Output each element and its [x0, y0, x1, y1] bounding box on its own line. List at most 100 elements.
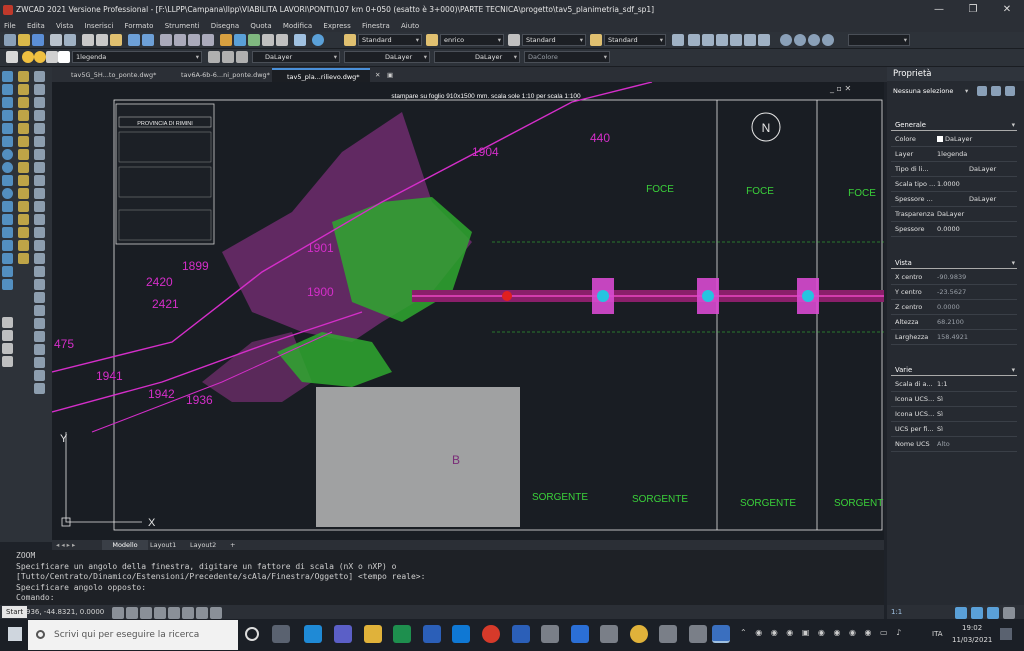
- excel-icon[interactable]: [393, 625, 411, 643]
- view-iso-nw-icon[interactable]: [822, 34, 834, 46]
- otrack-mode-icon[interactable]: [182, 607, 194, 619]
- windows-start-icon[interactable]: [8, 627, 22, 641]
- layer-select[interactable]: 1legenda: [72, 51, 202, 63]
- dim-linear-icon[interactable]: [34, 71, 45, 82]
- polar-mode-icon[interactable]: [154, 607, 166, 619]
- view-select[interactable]: [848, 34, 910, 46]
- command-input[interactable]: Comando:: [16, 593, 884, 604]
- workspace-icon[interactable]: [971, 607, 983, 619]
- design-center-icon[interactable]: [234, 34, 246, 46]
- snap-icon[interactable]: [2, 356, 13, 367]
- calculator-icon[interactable]: [262, 34, 274, 46]
- tolerance-icon[interactable]: [34, 175, 45, 186]
- rectangle-icon[interactable]: [2, 136, 13, 147]
- stretch-icon[interactable]: [18, 175, 29, 186]
- print-preview-icon[interactable]: [64, 34, 76, 46]
- menu-vista[interactable]: Vista: [56, 22, 73, 30]
- notifications-icon[interactable]: [1000, 628, 1012, 640]
- polygon-icon[interactable]: [2, 123, 13, 134]
- menu-disegna[interactable]: Disegna: [211, 22, 239, 30]
- layer-state-icon[interactable]: [236, 51, 248, 63]
- outlook-icon[interactable]: [452, 625, 470, 643]
- section-varie[interactable]: Varie: [891, 364, 1017, 376]
- select-objects-icon[interactable]: [991, 86, 1001, 96]
- qdim-icon[interactable]: [34, 240, 45, 251]
- cortana-icon[interactable]: [245, 627, 259, 641]
- prop-row[interactable]: X centro -90.9839: [891, 270, 1017, 285]
- dim-style-select[interactable]: enrico: [440, 34, 504, 46]
- view-iso-sw-icon[interactable]: [780, 34, 792, 46]
- text-style-select[interactable]: Standard: [358, 34, 422, 46]
- prop-row[interactable]: Z centro 0.0000: [891, 300, 1017, 315]
- menu-file[interactable]: File: [4, 22, 16, 30]
- section-vista[interactable]: Vista: [891, 257, 1017, 269]
- menu-aiuto[interactable]: Aiuto: [401, 22, 419, 30]
- section-generale[interactable]: Generale: [891, 119, 1017, 131]
- prop-row[interactable]: UCS per fi... Sì: [891, 422, 1017, 437]
- redo-icon[interactable]: [142, 34, 154, 46]
- dim-radius-icon[interactable]: [34, 97, 45, 108]
- camera-app-icon[interactable]: [541, 625, 559, 643]
- dim-text-edit-icon[interactable]: [34, 370, 45, 381]
- copy-object-icon[interactable]: [18, 84, 29, 95]
- menu-formato[interactable]: Formato: [125, 22, 154, 30]
- tools-app-icon[interactable]: [600, 625, 618, 643]
- clock-date[interactable]: 11/03/2021: [952, 636, 992, 644]
- dim-override-icon[interactable]: [34, 344, 45, 355]
- fillet-icon[interactable]: [18, 240, 29, 251]
- view-right-icon[interactable]: [730, 34, 742, 46]
- doc-tab-3-active[interactable]: tav5_pla...rilievo.dwg*: [272, 68, 370, 82]
- menu-express[interactable]: Express: [323, 22, 350, 30]
- properties-icon[interactable]: [220, 34, 232, 46]
- make-current-layer-icon[interactable]: [208, 51, 220, 63]
- chrome-icon[interactable]: [630, 625, 648, 643]
- break-icon[interactable]: [18, 214, 29, 225]
- selection-combo[interactable]: Nessuna selezione: [893, 87, 953, 95]
- menu-edita[interactable]: Edita: [27, 22, 45, 30]
- task-view-icon[interactable]: [272, 625, 290, 643]
- undo-icon[interactable]: [128, 34, 140, 46]
- ellipse-icon[interactable]: [2, 188, 13, 199]
- mleader-style-select[interactable]: Standard: [604, 34, 666, 46]
- dim-oblique-icon[interactable]: [34, 357, 45, 368]
- view-top-icon[interactable]: [702, 34, 714, 46]
- plotstyle-select[interactable]: DaColore: [524, 51, 610, 63]
- dim-baseline-icon[interactable]: [34, 136, 45, 147]
- word-icon[interactable]: [423, 625, 441, 643]
- scale-icon[interactable]: [18, 162, 29, 173]
- clock-time[interactable]: 19:02: [962, 624, 982, 632]
- globe-icon[interactable]: [312, 34, 324, 46]
- dim-break-icon[interactable]: [34, 279, 45, 290]
- zwcad-taskbar-icon[interactable]: [571, 625, 589, 643]
- move-icon[interactable]: [18, 136, 29, 147]
- tab-layout2[interactable]: Layout2: [190, 540, 216, 550]
- menu-strumenti[interactable]: Strumenti: [165, 22, 200, 30]
- view-tool-icon[interactable]: [672, 34, 684, 46]
- quick-select-icon[interactable]: [1005, 86, 1015, 96]
- table-icon[interactable]: [2, 266, 13, 277]
- save-icon[interactable]: [32, 34, 44, 46]
- mirror-icon[interactable]: [18, 97, 29, 108]
- snap-mode-icon[interactable]: [112, 607, 124, 619]
- tab-add-layout[interactable]: +: [230, 540, 235, 550]
- make-block-icon[interactable]: [2, 214, 13, 225]
- dim-continue-icon[interactable]: [34, 149, 45, 160]
- view-iso-ne-icon[interactable]: [808, 34, 820, 46]
- prop-row[interactable]: Y centro -23.5627: [891, 285, 1017, 300]
- hatch-icon[interactable]: [2, 240, 13, 251]
- dim-space-icon[interactable]: [34, 266, 45, 277]
- view-back-icon[interactable]: [744, 34, 756, 46]
- tab-layout1[interactable]: Layout1: [150, 540, 176, 550]
- doc-tab-1[interactable]: tav5G_5H...to_ponte.dwg*: [56, 68, 164, 82]
- leader-icon[interactable]: [34, 162, 45, 173]
- photos-icon[interactable]: [659, 625, 677, 643]
- zoom-realtime-icon[interactable]: [174, 34, 186, 46]
- edge-icon[interactable]: [304, 625, 322, 643]
- menu-quota[interactable]: Quota: [250, 22, 271, 30]
- system-tray-icons[interactable]: ⌃ ◉ ◉ ◉ ▣ ◉ ◉ ◉ ◉ ▭ ♪: [740, 628, 940, 642]
- file-explorer-icon[interactable]: [364, 625, 382, 643]
- annotation-visibility-icon[interactable]: [955, 607, 967, 619]
- layout-nav-icon[interactable]: ◂ ◂ ▸ ▸: [56, 540, 75, 550]
- trim-icon[interactable]: [18, 188, 29, 199]
- annotation-scale[interactable]: 1:1: [891, 605, 902, 619]
